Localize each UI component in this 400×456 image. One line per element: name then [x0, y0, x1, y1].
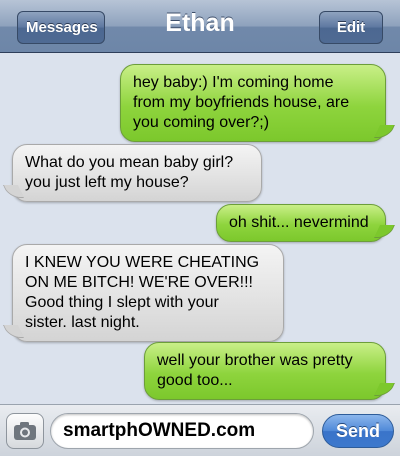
message-line: What do you mean baby girl? — [25, 154, 234, 171]
navigation-bar: Messages Ethan Edit — [0, 0, 400, 53]
message-line: oh shit... nevermind — [229, 214, 369, 231]
message-bubble-sent[interactable]: hey baby:) I'm coming home from my boyfr… — [120, 64, 386, 142]
message-text-field[interactable]: smartphOWNED.com — [50, 413, 314, 449]
camera-button[interactable] — [6, 413, 44, 449]
message-line: ON ME BITCH! WE'RE OVER!!! — [25, 274, 253, 291]
message-bubble-sent[interactable]: well your brother was pretty good too... — [144, 342, 386, 400]
message-line: you coming over?;) — [133, 114, 270, 131]
edit-button[interactable]: Edit — [319, 11, 383, 44]
message-bubble-received[interactable]: I KNEW YOU WERE CHEATING ON ME BITCH! WE… — [12, 244, 284, 342]
send-button[interactable]: Send — [322, 414, 394, 448]
message-line: good too... — [157, 372, 233, 389]
message-line: Good thing I slept with your — [25, 294, 219, 311]
message-bubble-received[interactable]: What do you mean baby girl? you just lef… — [12, 144, 262, 202]
message-line: hey baby:) I'm coming home — [133, 74, 334, 91]
message-line: from my boyfriends house, are — [133, 94, 350, 111]
message-bubble-sent[interactable]: oh shit... nevermind — [216, 204, 386, 242]
message-line: I KNEW YOU WERE CHEATING — [25, 254, 260, 271]
conversation-view[interactable]: hey baby:) I'm coming home from my boyfr… — [0, 53, 400, 404]
message-line: you just left my house? — [25, 174, 189, 191]
message-line: sister. last night. — [25, 314, 140, 331]
message-line: well your brother was pretty — [157, 352, 353, 369]
message-input-bar: smartphOWNED.com Send — [0, 404, 400, 456]
camera-icon — [14, 422, 36, 440]
